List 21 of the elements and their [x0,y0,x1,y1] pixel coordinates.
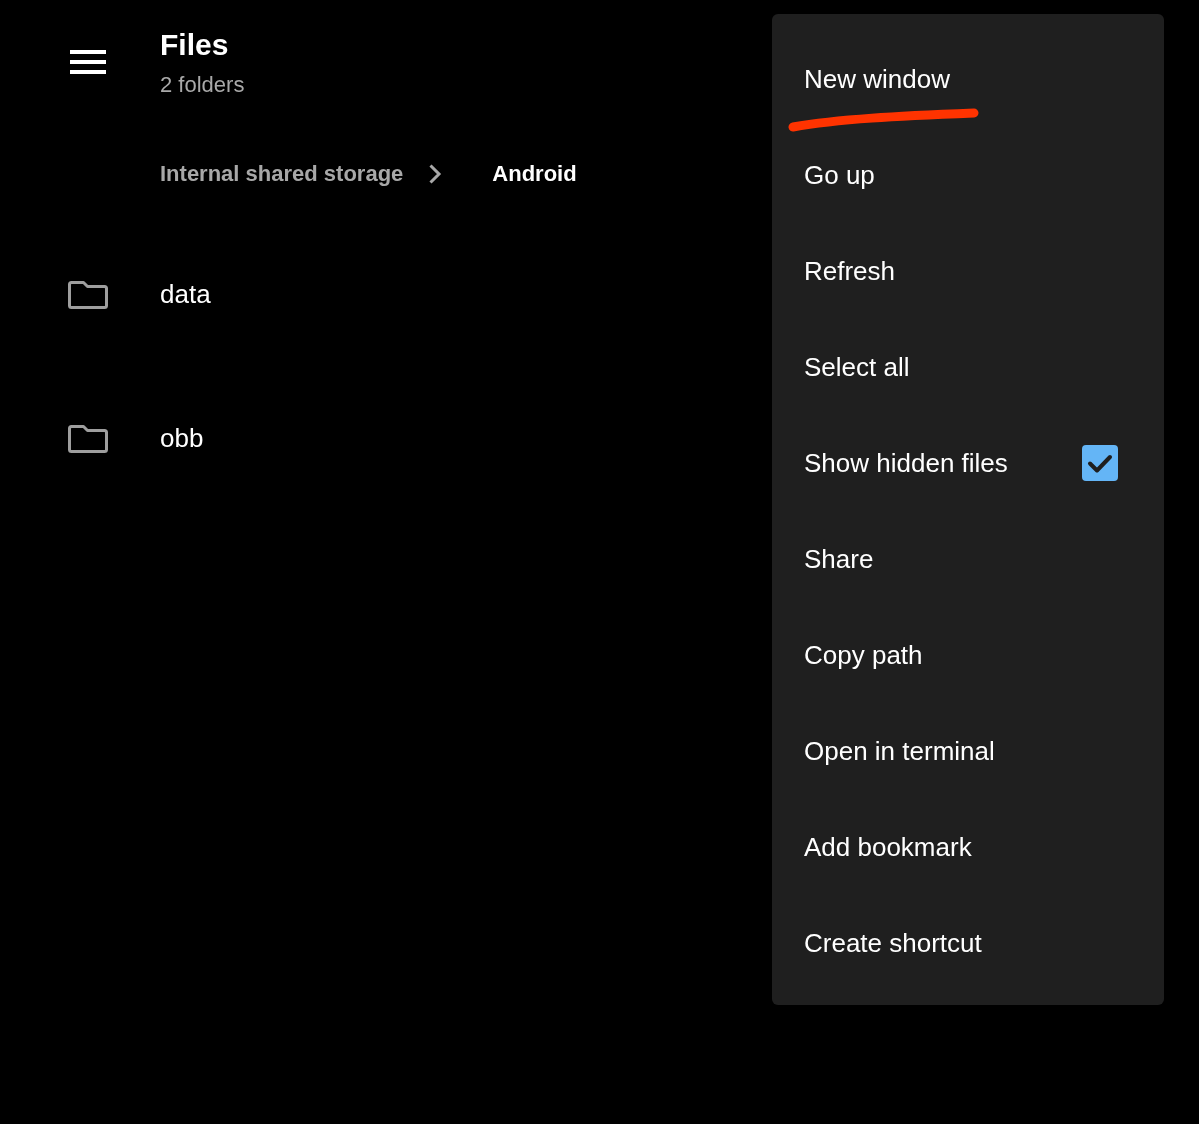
menu-item[interactable]: Go up [772,127,1164,223]
menu-item[interactable]: Copy path [772,607,1164,703]
chevron-right-icon [428,163,443,185]
checkbox[interactable] [1082,445,1118,481]
menu-item[interactable]: Select all [772,319,1164,415]
menu-item[interactable]: Add bookmark [772,799,1164,895]
folder-icon [68,423,108,453]
breadcrumb-item[interactable]: Internal shared storage [160,159,404,189]
menu-item[interactable]: Create shortcut [772,895,1164,991]
folder-item[interactable]: data [68,222,211,366]
menu-item[interactable]: Refresh [772,223,1164,319]
folder-count: 2 folders [160,71,245,99]
menu-item[interactable]: Open in terminal [772,703,1164,799]
folder-icon [68,279,108,309]
breadcrumb-item[interactable]: Android [492,159,577,189]
folder-item[interactable]: obb [68,366,204,510]
menu-item[interactable]: New window [772,31,1164,127]
app-title: Files [160,28,229,62]
menu-icon[interactable] [70,50,106,74]
menu-item[interactable]: Show hidden files [772,415,1164,511]
menu-item[interactable]: Share [772,511,1164,607]
